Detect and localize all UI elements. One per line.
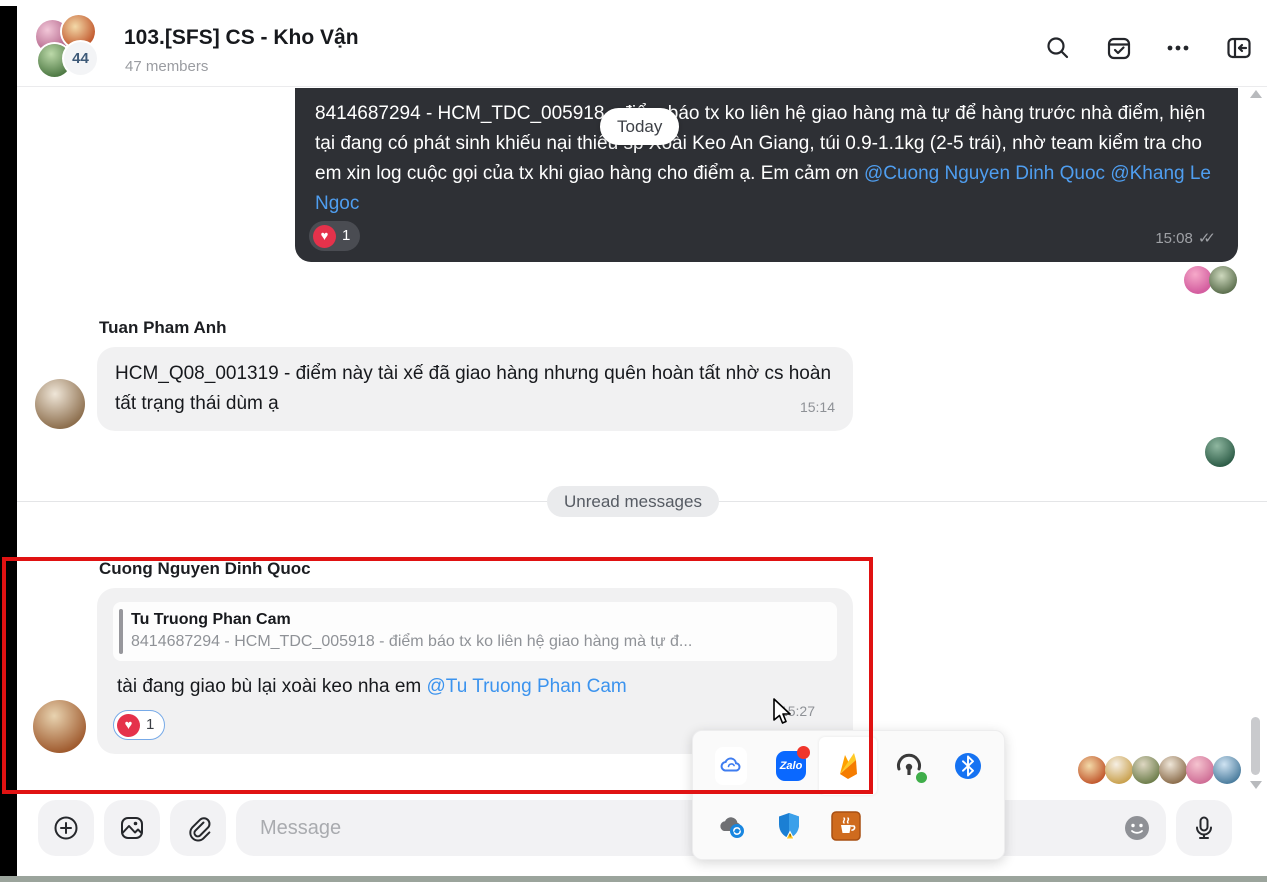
sender-name[interactable]: Tuan Pham Anh (99, 318, 227, 338)
mention-link[interactable]: @Cuong Nguyen Dinh Quoc (864, 163, 1105, 184)
heart-reaction-icon: ♥ (313, 224, 336, 248)
java-tray-icon[interactable] (830, 810, 862, 842)
read-receipt-avatar-row (1078, 756, 1241, 784)
sender-avatar[interactable] (35, 379, 85, 429)
scrollbar-up-arrow[interactable] (1250, 90, 1262, 98)
image-icon (121, 817, 143, 839)
read-receipt-avatar[interactable] (1132, 756, 1160, 784)
message-bubble[interactable]: HCM_Q08_001319 - điểm này tài xế đã giao… (97, 347, 853, 431)
unread-messages-label: Unread messages (547, 486, 719, 517)
paperclip-icon (189, 817, 211, 842)
message-meta: 15:08 ✓✓ (1155, 224, 1216, 254)
attach-menu-button[interactable] (38, 800, 94, 856)
emoji-button[interactable] (1122, 813, 1152, 843)
scrollbar-down-arrow[interactable] (1250, 781, 1262, 789)
scrollbar-thumb[interactable] (1251, 717, 1260, 775)
chat-window: 44 103.[SFS] CS - Kho Vận 47 members 841… (0, 0, 1267, 882)
status-dot (916, 772, 927, 783)
microphone-icon (1196, 816, 1212, 839)
collapse-sidebar-icon[interactable] (1226, 35, 1252, 61)
date-separator[interactable]: Today (600, 108, 680, 145)
message-time: 15:14 (799, 399, 835, 415)
reaction-badge[interactable]: ♥ 1 (309, 221, 361, 251)
read-receipt-avatar[interactable] (1186, 756, 1214, 784)
plus-icon (54, 816, 78, 840)
read-receipt-avatar[interactable] (1205, 437, 1235, 467)
read-receipt-avatar[interactable] (1209, 266, 1237, 294)
message-text: HCM_Q08_001319 - điểm này tài xế đã giao… (115, 363, 832, 414)
windows-security-tray-icon[interactable] (773, 810, 805, 842)
read-checkmarks-icon: ✓✓ (1197, 230, 1216, 247)
openvpn-tray-icon[interactable] (893, 750, 927, 783)
attach-file-button[interactable] (170, 800, 226, 856)
select-messages-icon[interactable] (1106, 35, 1132, 61)
mouse-cursor (772, 698, 794, 733)
read-receipt-avatar[interactable] (1213, 756, 1241, 784)
group-avatar-cluster[interactable]: 44 (34, 14, 98, 78)
group-members-count: 47 members (125, 58, 209, 75)
reaction-count: 1 (342, 227, 351, 244)
bluetooth-tray-icon[interactable] (952, 750, 984, 782)
avatar-count-badge: 44 (64, 42, 97, 75)
annotation-highlight-box (2, 557, 873, 794)
emoji-icon (1125, 816, 1149, 840)
onedrive-sync-tray-icon[interactable] (715, 810, 747, 842)
search-icon[interactable] (1045, 35, 1071, 61)
more-options-icon[interactable] (1165, 35, 1191, 61)
read-receipt-avatar[interactable] (1105, 756, 1133, 784)
message-bubble-dark[interactable]: 8414687294 - HCM_TDC_005918 - điểm báo t… (295, 88, 1238, 262)
taskbar-edge-strip (0, 876, 1267, 882)
read-receipt-avatar[interactable] (1159, 756, 1187, 784)
chat-header[interactable]: 44 103.[SFS] CS - Kho Vận 47 members (17, 0, 1267, 87)
group-title: 103.[SFS] CS - Kho Vận (124, 26, 359, 49)
photo-button[interactable] (104, 800, 160, 856)
voice-message-button[interactable] (1176, 800, 1232, 856)
message-time: 15:08 (1155, 230, 1193, 247)
read-receipt-avatar[interactable] (1078, 756, 1106, 784)
read-receipt-avatar[interactable] (1184, 266, 1212, 294)
